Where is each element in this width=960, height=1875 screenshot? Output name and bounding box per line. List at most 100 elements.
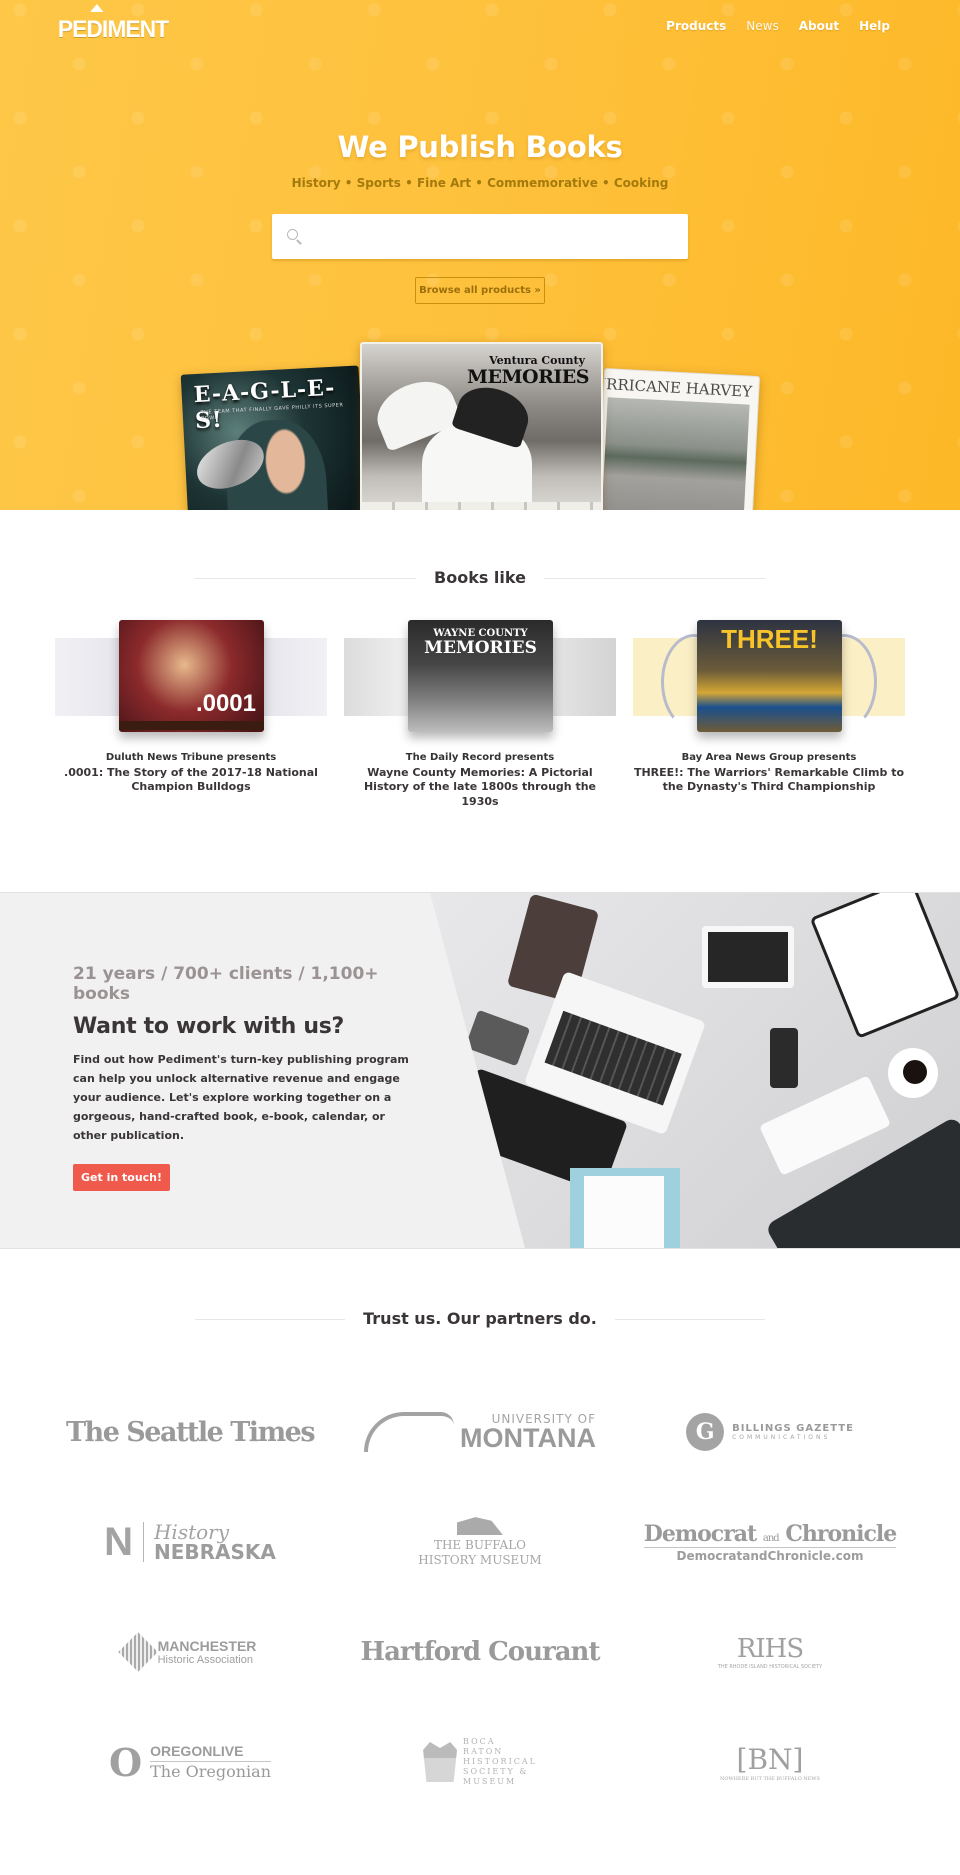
logo-text-left: Democrat	[643, 1521, 757, 1547]
book-title-link[interactable]: .0001: The Story of the 2017-18 National…	[55, 766, 327, 795]
partner-logo-history-nebraska[interactable]: N History NEBRASKA	[45, 1487, 335, 1597]
logo-text-sub: COMMUNICATIONS	[732, 1434, 831, 1441]
palm-trees-building-icon	[423, 1742, 458, 1782]
search-icon	[286, 228, 304, 246]
mountain-arc-icon	[364, 1412, 454, 1452]
logo-text-sub: NOWHERE BUT THE BUFFALO NEWS	[720, 1775, 820, 1782]
keyboard-image	[758, 1075, 892, 1176]
cover-photo-flood	[600, 397, 750, 510]
logo-rihs: RIHS THE RHODE ISLAND HISTORICAL SOCIETY	[718, 1634, 822, 1670]
featured-book-hurricane-harvey[interactable]: HURRICANE HARVEY	[595, 368, 761, 510]
book-cover[interactable]: WAYNE COUNTY MEMORIES	[408, 620, 553, 732]
diamond-building-icon	[117, 1632, 158, 1672]
logo-nebraska: N History NEBRASKA	[104, 1522, 276, 1562]
pediment-triangle-icon	[90, 4, 104, 12]
partner-logo-seattle-times[interactable]: The Seattle Times	[45, 1377, 335, 1487]
logo-text-sub: Historic Association	[157, 1654, 253, 1666]
book-cover[interactable]: .0001	[119, 620, 264, 732]
logo-text-main: Democrat and Chronicle	[643, 1521, 897, 1547]
nav-item-help[interactable]: Help	[859, 19, 890, 33]
book-card[interactable]: THREE! Bay Area News Group presents THRE…	[633, 620, 905, 809]
logo-text-line2: HISTORY MUSEUM	[418, 1552, 542, 1567]
logo-text-line: SOCIETY &	[463, 1767, 529, 1776]
logo-text-line: RATON	[463, 1747, 504, 1756]
partners-section: Trust us. Our partners do. The Seattle T…	[0, 1249, 960, 1874]
nav-links: Products News About Help	[666, 19, 890, 33]
museum-building-icon	[456, 1517, 503, 1536]
partner-logo-university-of-montana[interactable]: UNIVERSITY OF MONTANA	[335, 1377, 625, 1487]
book-card-visual: WAYNE COUNTY MEMORIES	[344, 620, 616, 740]
book-card[interactable]: .0001 Duluth News Tribune presents .0001…	[55, 620, 327, 809]
logo-boca: BOCA RATON HISTORICAL SOCIETY & MUSEUM	[423, 1737, 537, 1787]
partner-logo-billings-gazette[interactable]: G BILLINGS GAZETTE COMMUNICATIONS	[625, 1377, 915, 1487]
nav-item-products[interactable]: Products	[666, 19, 726, 33]
phone-image	[770, 1028, 798, 1088]
logo-manchester: MANCHESTER Historic Association	[117, 1632, 257, 1672]
nav-item-about[interactable]: About	[799, 19, 839, 33]
logo-text-line1: THE BUFFALO	[433, 1538, 527, 1553]
logo-text-url: DemocratandChronicle.com	[643, 1547, 897, 1563]
partner-logo-boca-raton-historical[interactable]: BOCA RATON HISTORICAL SOCIETY & MUSEUM	[335, 1707, 625, 1817]
logo-billings: G BILLINGS GAZETTE COMMUNICATIONS	[686, 1413, 854, 1451]
notebook-image	[570, 1168, 680, 1248]
book-publisher: Bay Area News Group presents	[681, 752, 857, 763]
logo-text-line: MUSEUM	[463, 1777, 517, 1786]
logo-text-main: RIHS	[736, 1634, 804, 1664]
cover-title: HURRICANE HARVEY	[595, 373, 753, 401]
logo-text-main: BILLINGS GAZETTE	[732, 1423, 854, 1434]
partner-logo-democrat-and-chronicle[interactable]: Democrat and Chronicle DemocratandChroni…	[625, 1487, 915, 1597]
books-like-list: .0001 Duluth News Tribune presents .0001…	[0, 620, 960, 809]
logo-text-main: [BN]	[736, 1742, 804, 1776]
top-nav: PEDIMENT Products News About Help	[0, 0, 960, 52]
browse-all-products-button[interactable]: Browse all products »	[415, 277, 545, 304]
partner-logo-buffalo-history-museum[interactable]: THE BUFFALO HISTORY MUSEUM	[335, 1487, 625, 1597]
logo-text-group: OREGONLIVE The Oregonian	[150, 1743, 271, 1781]
logo-text-line: HISTORICAL	[463, 1757, 537, 1766]
work-with-us-description: Find out how Pediment's turn-key publish…	[73, 1053, 409, 1142]
partner-logo-oregonian[interactable]: O OREGONLIVE The Oregonian	[45, 1707, 335, 1817]
hero-title: We Publish Books	[337, 130, 623, 164]
work-with-us-section: 21 years / 700+ clients / 1,100+ books W…	[0, 892, 960, 1249]
partner-logo-hartford-courant[interactable]: Hartford Courant	[335, 1597, 625, 1707]
gazette-g-icon: G	[686, 1413, 725, 1451]
logo-text-group: MANCHESTER Historic Association	[158, 1638, 257, 1666]
logo-text-main: NEBRASKA	[153, 1540, 276, 1564]
logo-text-right: Chronicle	[785, 1521, 897, 1547]
hero-section: PEDIMENT Products News About Help We Pub…	[0, 0, 960, 510]
nav-item-news[interactable]: News	[746, 19, 778, 33]
search-box	[272, 214, 688, 259]
logo-text: Hartford Courant	[360, 1637, 601, 1667]
work-with-us-content: 21 years / 700+ clients / 1,100+ books W…	[73, 964, 413, 1191]
book-publisher: The Daily Record presents	[405, 752, 555, 763]
book-cover[interactable]: THREE!	[697, 620, 842, 732]
logo-dc: Democrat and Chronicle DemocratandChroni…	[643, 1521, 897, 1563]
cover-title-main: MEMORIES	[424, 638, 537, 658]
coffee-cup-image	[888, 1048, 938, 1098]
book-card-visual: .0001	[55, 620, 327, 740]
books-like-heading: Books like	[416, 568, 544, 587]
logo-text-main: The Oregonian	[150, 1762, 271, 1781]
book-card[interactable]: WAYNE COUNTY MEMORIES The Daily Record p…	[344, 620, 616, 809]
search-input[interactable]	[314, 214, 688, 259]
get-in-touch-button[interactable]: Get in touch!	[73, 1163, 171, 1191]
logo-text: The Seattle Times	[65, 1416, 316, 1448]
logo-text-group: UNIVERSITY OF MONTANA	[460, 1413, 596, 1452]
cover-title: WAYNE COUNTY MEMORIES	[408, 628, 553, 658]
logo-text: PEDIMENT	[57, 16, 169, 43]
logo[interactable]: PEDIMENT	[57, 4, 169, 44]
logo-bn: [BN] NOWHERE BUT THE BUFFALO NEWS	[720, 1743, 820, 1782]
book-title-link[interactable]: THREE!: The Warriors' Remarkable Climb t…	[633, 766, 905, 795]
partner-logo-buffalo-news[interactable]: [BN] NOWHERE BUT THE BUFFALO NEWS	[625, 1707, 915, 1817]
featured-book-eagles[interactable]: E-A-G-L-E-S! THE TEAM THAT FINALLY GAVE …	[180, 365, 368, 510]
partners-heading: Trust us. Our partners do.	[345, 1309, 615, 1328]
logo-text-main: MANCHESTER	[157, 1638, 257, 1654]
featured-book-ventura-county-memories[interactable]: Ventura County MEMORIES	[360, 342, 603, 510]
partner-logo-manchester-historic[interactable]: MANCHESTER Historic Association	[45, 1597, 335, 1707]
partner-logo-rhode-island-historical[interactable]: RIHS THE RHODE ISLAND HISTORICAL SOCIETY	[625, 1597, 915, 1707]
section-heading: Books like	[195, 568, 765, 588]
logo-text-group: BOCA RATON HISTORICAL SOCIETY & MUSEUM	[463, 1737, 537, 1787]
desk-workspace-photo	[430, 893, 960, 1248]
document-image	[809, 893, 960, 1039]
book-title-link[interactable]: Wayne County Memories: A Pictorial Histo…	[344, 766, 616, 809]
cover-title: THREE!	[721, 624, 818, 654]
